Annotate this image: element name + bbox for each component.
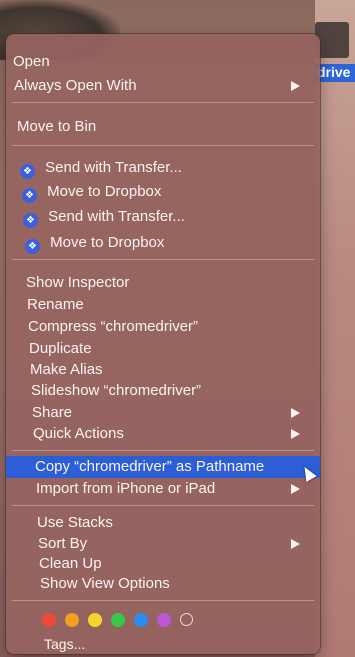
menu-item-show-view-options[interactable]: Show View Options	[6, 574, 320, 594]
menu-item-label: Copy “chromedriver” as Pathname	[35, 458, 265, 475]
tag-yellow-dot[interactable]	[88, 612, 102, 627]
tag-gray-dot[interactable]	[180, 613, 193, 627]
menu-item-label: Compress “chromedriver”	[28, 318, 199, 335]
tag-orange-dot[interactable]	[65, 612, 79, 627]
menu-item-use-stacks[interactable]: Use Stacks	[6, 513, 320, 533]
menu-item-label: Open	[13, 53, 50, 70]
menu-separator	[12, 259, 314, 260]
menu-separator	[12, 102, 314, 103]
menu-item-label: Move to Dropbox	[50, 234, 165, 251]
dropbox-icon: ❖	[20, 164, 35, 179]
submenu-arrow-icon	[291, 429, 300, 439]
menu-separator	[12, 145, 314, 146]
tag-green-dot[interactable]	[111, 612, 125, 627]
menu-item-send-with-transfer[interactable]: ❖ Send with Transfer...	[6, 158, 320, 179]
menu-item-make-alias[interactable]: Make Alias	[6, 360, 320, 380]
menu-item-label: Show View Options	[40, 575, 170, 592]
menu-separator	[12, 505, 314, 506]
tag-purple-dot[interactable]	[157, 612, 171, 627]
submenu-arrow-icon	[291, 408, 300, 418]
menu-item-label: Clean Up	[39, 555, 102, 572]
menu-item-label: Sort By	[38, 535, 88, 552]
menu-item-label: Use Stacks	[37, 514, 113, 531]
menu-item-compress[interactable]: Compress “chromedriver”	[6, 317, 320, 337]
menu-item-label: Show Inspector	[26, 274, 130, 291]
menu-item-rename[interactable]: Rename	[6, 295, 320, 315]
menu-item-label: Send with Transfer...	[45, 159, 182, 176]
tag-blue-dot[interactable]	[134, 612, 148, 627]
menu-item-move-to-bin[interactable]: Move to Bin	[6, 117, 320, 137]
menu-item-import-iphone[interactable]: Import from iPhone or iPad	[6, 479, 320, 499]
dropbox-icon: ❖	[22, 188, 37, 203]
menu-item-label: Slideshow “chromedriver”	[31, 382, 202, 399]
dropbox-icon: ❖	[25, 239, 40, 254]
menu-item-open[interactable]: Open	[6, 52, 320, 72]
menu-item-label: Share	[32, 404, 73, 421]
tag-colors	[42, 611, 202, 627]
menu-item-share[interactable]: Share	[6, 403, 320, 423]
menu-item-label: Make Alias	[30, 361, 103, 378]
submenu-arrow-icon	[291, 81, 300, 91]
desktop-file-icon[interactable]	[315, 22, 349, 58]
desktop-file-label[interactable]: drive	[315, 64, 355, 82]
menu-item-label: Import from iPhone or iPad	[36, 480, 216, 497]
menu-item-copy-pathname[interactable]: Copy “chromedriver” as Pathname	[6, 457, 320, 477]
menu-item-quick-actions[interactable]: Quick Actions	[6, 424, 320, 444]
menu-item-clean-up[interactable]: Clean Up	[6, 554, 320, 574]
menu-item-slideshow[interactable]: Slideshow “chromedriver”	[6, 381, 320, 401]
menu-item-show-inspector[interactable]: Show Inspector	[6, 273, 320, 293]
menu-separator	[12, 600, 314, 601]
context-menu: Open Always Open With Move to Bin ❖ Send…	[6, 34, 320, 654]
menu-item-send-with-transfer[interactable]: ❖ Send with Transfer...	[6, 207, 320, 228]
wallpaper-right	[315, 0, 355, 657]
menu-item-label: Rename	[27, 296, 84, 313]
menu-item-label: Move to Bin	[17, 118, 97, 135]
menu-item-tags[interactable]: Tags...	[6, 634, 320, 654]
menu-item-label: Send with Transfer...	[48, 208, 185, 225]
dropbox-icon: ❖	[23, 213, 38, 228]
menu-separator	[12, 450, 314, 451]
menu-item-label: Always Open With	[14, 77, 137, 94]
submenu-arrow-icon	[291, 539, 300, 549]
menu-item-label: Tags...	[44, 636, 86, 652]
menu-item-duplicate[interactable]: Duplicate	[6, 339, 320, 359]
menu-item-move-to-dropbox[interactable]: ❖ Move to Dropbox	[6, 182, 320, 203]
menu-item-label: Duplicate	[29, 340, 92, 357]
tag-red-dot[interactable]	[42, 612, 56, 627]
submenu-arrow-icon	[291, 484, 300, 494]
menu-item-sort-by[interactable]: Sort By	[6, 534, 320, 554]
menu-item-move-to-dropbox[interactable]: ❖ Move to Dropbox	[6, 233, 320, 254]
menu-item-label: Move to Dropbox	[47, 183, 162, 200]
menu-item-label: Quick Actions	[33, 425, 124, 442]
menu-item-always-open-with[interactable]: Always Open With	[6, 76, 320, 96]
